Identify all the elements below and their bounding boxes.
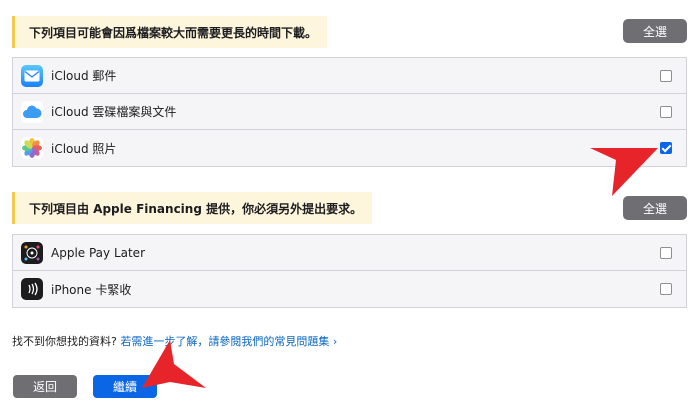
list-item-apple-pay-later[interactable]: Apple Pay Later bbox=[13, 235, 686, 271]
select-all-button[interactable]: 全選 bbox=[623, 19, 687, 43]
list-item-tap-to-pay[interactable]: iPhone 卡緊收 bbox=[13, 271, 686, 307]
select-all-button[interactable]: 全選 bbox=[623, 196, 687, 220]
checkbox-apple-pay-later[interactable] bbox=[660, 246, 672, 259]
section-title: 下列項目由 Apple Financing 提供，你必須另外提出要求。 bbox=[29, 201, 363, 216]
item-label: Apple Pay Later bbox=[51, 245, 146, 260]
checkbox-icloud-mail[interactable] bbox=[660, 69, 672, 82]
tap-to-pay-icon bbox=[21, 278, 43, 300]
list-item-icloud-photos[interactable]: iCloud 照片 bbox=[13, 130, 686, 166]
item-label: iPhone 卡緊收 bbox=[51, 282, 132, 297]
annotation-arrow-icon bbox=[142, 340, 206, 388]
checkbox-icloud-photos[interactable] bbox=[660, 142, 672, 154]
list-item-icloud-drive[interactable]: iCloud 雲碟檔案與文件 bbox=[13, 94, 686, 130]
item-label: iCloud 雲碟檔案與文件 bbox=[51, 105, 177, 119]
section-title: 下列項目可能會因爲檔案較大而需要更長的時間下載。 bbox=[29, 25, 318, 40]
annotation-arrow-icon bbox=[590, 148, 658, 196]
help-prompt: 找不到你想找的資料? bbox=[12, 335, 117, 348]
section-header-apple-financing: 下列項目由 Apple Financing 提供，你必須另外提出要求。 bbox=[12, 192, 373, 224]
list-item-icloud-mail[interactable]: iCloud 郵件 bbox=[13, 58, 686, 94]
item-label: iCloud 照片 bbox=[51, 141, 117, 156]
photos-icon bbox=[21, 137, 43, 159]
icloud-drive-icon bbox=[21, 100, 43, 123]
checkbox-icloud-drive[interactable] bbox=[660, 105, 672, 118]
data-list-financing: Apple Pay Later iPhone 卡緊收 bbox=[12, 234, 687, 308]
mail-icon bbox=[21, 64, 43, 87]
apple-pay-later-icon bbox=[21, 241, 43, 264]
back-button[interactable]: 返回 bbox=[13, 375, 77, 398]
checkbox-tap-to-pay[interactable] bbox=[660, 283, 672, 295]
data-list-icloud: iCloud 郵件 iCloud 雲碟檔案與文件 iCloud 照片 bbox=[12, 57, 687, 167]
item-label: iCloud 郵件 bbox=[51, 69, 117, 83]
section-header-large-files: 下列項目可能會因爲檔案較大而需要更長的時間下載。 bbox=[12, 16, 328, 48]
